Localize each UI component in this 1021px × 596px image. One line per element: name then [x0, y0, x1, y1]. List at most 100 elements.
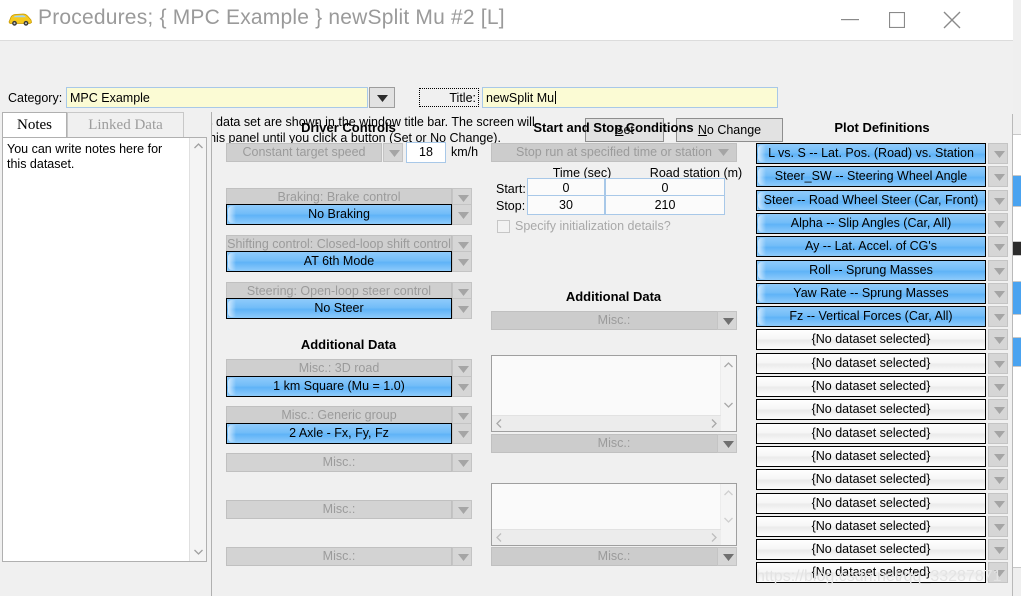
plot-row-value[interactable]: Roll -- Sprung Masses — [756, 259, 986, 281]
chevron-down-icon — [458, 431, 469, 438]
plot-row-value[interactable]: {No dataset selected} — [756, 469, 986, 491]
plot-row: {No dataset selected} — [756, 515, 1008, 538]
misc-empty-3[interactable]: Misc.: — [226, 547, 452, 566]
steering-control-value-dropdown[interactable] — [452, 298, 472, 319]
maximize-button[interactable] — [874, 0, 920, 40]
misc-bottom-dropdown[interactable] — [717, 547, 737, 566]
plot-row-value[interactable]: Steer -- Road Wheel Steer (Car, Front) — [756, 189, 986, 211]
misc-top-combo[interactable]: Misc.: — [491, 311, 737, 330]
specify-initialization-checkbox[interactable] — [497, 220, 510, 233]
plot-row-dropdown[interactable] — [988, 562, 1008, 584]
misc-3d-road-value-dropdown[interactable] — [452, 376, 472, 397]
chevron-down-icon — [458, 413, 469, 420]
plot-row-dropdown[interactable] — [988, 422, 1008, 444]
misc-generic-group-value[interactable]: 2 Axle - Fx, Fy, Fz — [226, 423, 452, 444]
plot-row-value[interactable]: Ay -- Lat. Accel. of CG's — [756, 236, 986, 258]
scroll-down-button[interactable] — [190, 544, 206, 560]
stop-station-input[interactable]: 210 — [605, 195, 725, 215]
shifting-control-value[interactable]: AT 6th Mode — [226, 251, 452, 272]
scroll-up-button[interactable] — [190, 138, 206, 154]
plot-definitions-title: Plot Definitions — [834, 120, 930, 135]
listbox-vertical-scrollbar[interactable] — [720, 484, 736, 530]
misc-3d-road-value[interactable]: 1 km Square (Mu = 1.0) — [226, 376, 452, 397]
chevron-down-icon — [994, 477, 1005, 485]
start-stop-title: Start and Stop Conditions — [533, 120, 694, 135]
category-input[interactable]: MPC Example — [66, 87, 368, 108]
plot-row-dropdown[interactable] — [988, 492, 1008, 514]
misc-top-listbox[interactable] — [491, 355, 737, 432]
constant-target-speed-dropdown[interactable] — [383, 143, 403, 162]
listbox-horizontal-scrollbar[interactable] — [492, 415, 721, 431]
plot-row-dropdown[interactable] — [988, 259, 1008, 281]
chevron-down-icon — [194, 549, 203, 555]
background-window-sliver — [1012, 0, 1021, 596]
close-button[interactable] — [929, 0, 975, 40]
misc-generic-group-value-dropdown[interactable] — [452, 423, 472, 444]
plot-row-value[interactable]: Fz -- Vertical Forces (Car, All) — [756, 306, 986, 328]
plot-row-dropdown[interactable] — [988, 515, 1008, 537]
misc-empty-2-dropdown[interactable] — [452, 500, 472, 519]
plot-row-dropdown[interactable] — [988, 143, 1008, 164]
misc-empty-1[interactable]: Misc.: — [226, 453, 452, 472]
plot-row-dropdown[interactable] — [988, 539, 1008, 561]
plot-row-value[interactable]: {No dataset selected} — [756, 539, 986, 561]
plot-row-dropdown[interactable] — [988, 212, 1008, 234]
constant-target-speed-label[interactable]: Constant target speed — [226, 143, 382, 162]
misc-empty-1-dropdown[interactable] — [452, 453, 472, 472]
plot-row-value[interactable]: {No dataset selected} — [756, 422, 986, 444]
plot-row-value[interactable]: Steer_SW -- Steering Wheel Angle — [756, 166, 986, 188]
stop-time-input[interactable]: 30 — [527, 195, 605, 215]
listbox-horizontal-scrollbar[interactable] — [492, 529, 721, 545]
chevron-down-icon — [994, 570, 1005, 578]
braking-control-value-dropdown[interactable] — [452, 204, 472, 225]
plot-row-value[interactable]: {No dataset selected} — [756, 329, 986, 351]
plot-row-dropdown[interactable] — [988, 329, 1008, 351]
title-input[interactable]: newSplit Mu — [482, 87, 778, 108]
plot-row-value[interactable]: {No dataset selected} — [756, 515, 986, 537]
plot-row-dropdown[interactable] — [988, 236, 1008, 258]
plot-row: Alpha -- Slip Angles (Car, All) — [756, 212, 1008, 235]
plot-row-value[interactable]: Alpha -- Slip Angles (Car, All) — [756, 212, 986, 234]
plot-row-value[interactable]: L vs. S -- Lat. Pos. (Road) vs. Station — [756, 143, 986, 164]
chevron-down-icon — [994, 430, 1005, 438]
braking-control-value[interactable]: No Braking — [226, 204, 452, 225]
plot-row-value[interactable]: {No dataset selected} — [756, 399, 986, 421]
plot-row-value[interactable]: {No dataset selected} — [756, 376, 986, 397]
minimize-button[interactable] — [827, 0, 873, 40]
plot-row-dropdown[interactable] — [988, 352, 1008, 374]
plot-row-dropdown[interactable] — [988, 306, 1008, 328]
misc-bottom-combo[interactable]: Misc.: — [491, 547, 737, 566]
shifting-control-value-dropdown[interactable] — [452, 251, 472, 272]
misc-mid-combo[interactable]: Misc.: — [491, 434, 737, 453]
speed-value-input[interactable]: 18 — [406, 142, 446, 163]
plot-row-dropdown[interactable] — [988, 189, 1008, 211]
plot-row-dropdown[interactable] — [988, 376, 1008, 397]
plot-row-value[interactable]: {No dataset selected} — [756, 352, 986, 374]
plot-row-value[interactable]: {No dataset selected} — [756, 445, 986, 467]
category-dropdown-button[interactable] — [369, 87, 395, 108]
misc-top-dropdown[interactable] — [717, 311, 737, 330]
plot-row-dropdown[interactable] — [988, 469, 1008, 491]
plot-row-value[interactable]: {No dataset selected} — [756, 562, 986, 584]
window-titlebar: Procedures; { MPC Example } newSplit Mu … — [0, 0, 1013, 40]
plot-row-dropdown[interactable] — [988, 282, 1008, 304]
misc-mid-listbox[interactable] — [491, 483, 737, 546]
plot-row-value[interactable]: {No dataset selected} — [756, 492, 986, 514]
notes-scrollbar[interactable] — [189, 138, 206, 561]
listbox-vertical-scrollbar[interactable] — [720, 356, 736, 416]
misc-empty-2[interactable]: Misc.: — [226, 500, 452, 519]
stop-run-mode-combo[interactable]: Stop run at specified time or station — [491, 143, 737, 162]
misc-mid-dropdown[interactable] — [717, 434, 737, 453]
tab-linked-data[interactable]: Linked Data — [67, 112, 184, 138]
plot-row-dropdown[interactable] — [988, 399, 1008, 421]
tab-notes[interactable]: Notes — [2, 112, 67, 138]
chevron-down-icon — [994, 547, 1005, 555]
misc-empty-3-dropdown[interactable] — [452, 547, 472, 566]
notes-textarea[interactable]: You can write notes here for this datase… — [2, 137, 207, 562]
chevron-down-icon — [458, 306, 469, 313]
plot-row-dropdown[interactable] — [988, 445, 1008, 467]
plot-row-dropdown[interactable] — [988, 166, 1008, 188]
plot-row-value[interactable]: Yaw Rate -- Sprung Masses — [756, 282, 986, 304]
close-icon — [943, 11, 961, 29]
steering-control-value[interactable]: No Steer — [226, 298, 452, 319]
